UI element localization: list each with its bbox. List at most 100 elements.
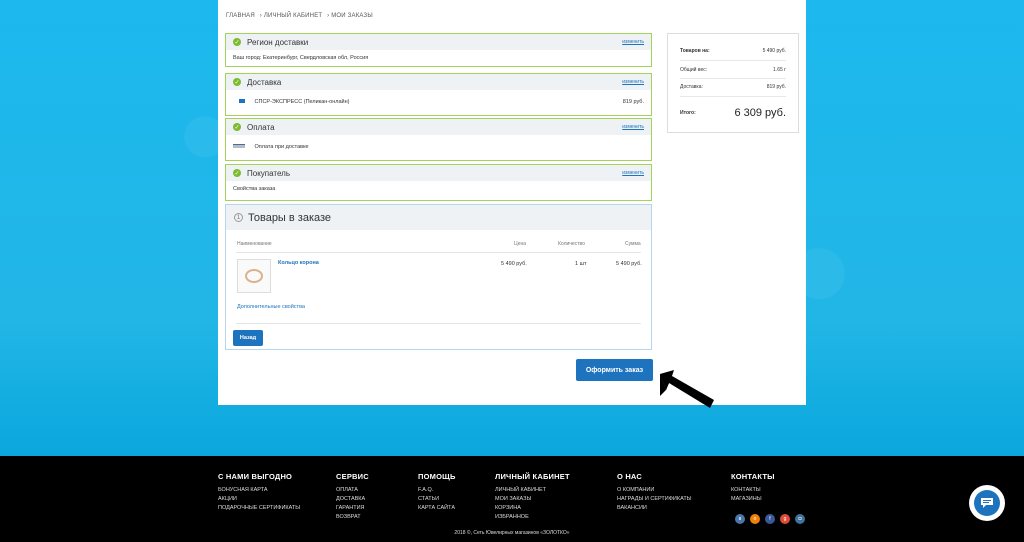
product-price: 5 490 руб. xyxy=(501,261,527,267)
footer-col-service: СЕРВИС ОПЛАТА ДОСТАВКА ГАРАНТИЯ ВОЗВРАТ xyxy=(336,472,369,522)
summary-weight-row: Общий вес: 1.65 г xyxy=(680,67,786,73)
check-icon: ✓ xyxy=(233,169,241,177)
goods-title: Товары в заказе xyxy=(248,211,332,224)
ok-icon[interactable]: о xyxy=(750,514,760,524)
chat-icon xyxy=(974,490,1000,516)
footer-link[interactable]: КОНТАКТЫ xyxy=(731,486,775,495)
step-number: 1 xyxy=(234,213,243,222)
payment-method-icon xyxy=(233,144,245,148)
product-name-link[interactable]: Кольцо корона xyxy=(278,260,319,266)
summary-goods-row: Товаров на: 5 490 руб. xyxy=(680,48,786,54)
payment-body: Оплата при доставке xyxy=(226,135,651,155)
footer-col-title: ЛИЧНЫЙ КАБИНЕТ xyxy=(495,472,570,481)
footer-link[interactable]: ИЗБРАННОЕ xyxy=(495,513,570,522)
delivery-change-link[interactable]: изменить xyxy=(622,79,644,85)
extra-properties-link[interactable]: Дополнительные свойства xyxy=(237,304,305,310)
summary-delivery-label: Доставка: xyxy=(680,84,703,90)
check-icon: ✓ xyxy=(233,38,241,46)
section-payment-title: Оплата xyxy=(247,122,275,132)
place-order-button[interactable]: Оформить заказ xyxy=(576,359,653,381)
check-icon: ✓ xyxy=(233,123,241,131)
col-header-sum: Сумма xyxy=(625,241,641,247)
col-header-name: Наименование xyxy=(237,241,272,247)
section-buyer-header: ✓ Покупатель изменить xyxy=(226,165,651,181)
summary-delivery-value: 819 руб. xyxy=(766,84,786,90)
summary-goods-value: 5 490 руб. xyxy=(762,48,786,54)
copyright: 2018 ©, Сеть Ювелирных магазинов «ЗОЛОТК… xyxy=(454,530,570,536)
arrow-pointer xyxy=(660,370,714,408)
footer: С НАМИ ВЫГОДНО БОНУСНАЯ КАРТА АКЦИИ ПОДА… xyxy=(0,456,1024,542)
chat-button[interactable] xyxy=(969,485,1005,521)
footer-link[interactable]: ВОЗВРАТ xyxy=(336,513,369,522)
footer-link[interactable]: ЛИЧНЫЙ КАБИНЕТ xyxy=(495,486,570,495)
checkout-page: ГЛАВНАЯ › ЛИЧНЫЙ КАБИНЕТ › МОИ ЗАКАЗЫ ✓ … xyxy=(218,0,806,405)
buyer-text: Свойства заказа xyxy=(233,186,276,192)
summary-divider xyxy=(680,96,786,97)
region-change-link[interactable]: изменить xyxy=(622,39,644,45)
footer-link[interactable]: АКЦИИ xyxy=(218,495,300,504)
facebook-icon[interactable]: f xyxy=(765,514,775,524)
delivery-price: 819 руб. xyxy=(622,99,644,105)
footer-link[interactable]: ВАКАНСИИ xyxy=(617,504,692,513)
section-goods: 1 Товары в заказе Наименование Цена Коли… xyxy=(225,204,652,350)
table-divider xyxy=(236,323,641,324)
google-plus-icon[interactable]: g xyxy=(780,514,790,524)
footer-col-account: ЛИЧНЫЙ КАБИНЕТ ЛИЧНЫЙ КАБИНЕТ МОИ ЗАКАЗЫ… xyxy=(495,472,570,522)
section-payment: ✓ Оплата изменить Оплата при доставке xyxy=(225,118,652,161)
footer-col-title: СЕРВИС xyxy=(336,472,369,481)
region-text: Ваш город: Екатеринбург, Свердловская об… xyxy=(233,55,369,61)
table-divider xyxy=(236,252,641,253)
section-region: ✓ Регион доставки изменить Ваш город: Ек… xyxy=(225,33,652,67)
social-links: в о f g ◘ xyxy=(735,514,805,524)
footer-col-help: ПОМОЩЬ F.A.Q. СТАТЬИ КАРТА САЙТА xyxy=(418,472,456,513)
footer-col-title: О НАС xyxy=(617,472,642,481)
delivery-service-icon xyxy=(239,99,245,103)
footer-link[interactable]: F.A.Q. xyxy=(418,486,456,495)
footer-link[interactable]: СТАТЬИ xyxy=(418,495,456,504)
section-delivery-header: ✓ Доставка изменить xyxy=(226,74,651,90)
summary-divider xyxy=(680,60,786,61)
footer-col-title: КОНТАКТЫ xyxy=(731,472,775,481)
summary-total-row: Итого: 6 309 руб. xyxy=(680,107,786,119)
footer-col-contacts: КОНТАКТЫ КОНТАКТЫ МАГАЗИНЫ xyxy=(731,472,775,504)
col-header-qty: Количество xyxy=(558,241,585,247)
back-button[interactable]: Назад xyxy=(233,330,263,346)
footer-col-about: О НАС О КОМПАНИИ НАГРАДЫ И СЕРТИФИКАТЫ В… xyxy=(617,472,692,513)
footer-link[interactable]: МОИ ЗАКАЗЫ xyxy=(495,495,570,504)
summary-weight-value: 1.65 г xyxy=(773,67,786,73)
payment-method-name: Оплата при доставке xyxy=(254,144,309,150)
footer-link[interactable]: ДОСТАВКА xyxy=(336,495,369,504)
footer-link[interactable]: МАГАЗИНЫ xyxy=(731,495,775,504)
section-region-title: Регион доставки xyxy=(247,37,309,47)
footer-link[interactable]: КОРЗИНА xyxy=(495,504,570,513)
delivery-body: СПСР-ЭКСПРЕСС (Пеликан-онлайн) 819 руб. xyxy=(226,90,651,110)
footer-link[interactable]: ОПЛАТА xyxy=(336,486,369,495)
order-summary: Товаров на: 5 490 руб. Общий вес: 1.65 г… xyxy=(667,33,799,133)
footer-link[interactable]: ПОДАРОЧНЫЕ СЕРТИФИКАТЫ xyxy=(218,504,300,513)
breadcrumb-orders[interactable]: › МОИ ЗАКАЗЫ xyxy=(327,13,373,19)
buyer-change-link[interactable]: изменить xyxy=(622,170,644,176)
breadcrumb-home[interactable]: ГЛАВНАЯ xyxy=(226,13,255,19)
col-header-price: Цена xyxy=(514,241,527,247)
vk-icon[interactable]: в xyxy=(735,514,745,524)
product-qty: 1 шт xyxy=(575,261,587,267)
footer-link[interactable]: БОНУСНАЯ КАРТА xyxy=(218,486,300,495)
footer-link[interactable]: КАРТА САЙТА xyxy=(418,504,456,513)
summary-total-label: Итого: xyxy=(680,110,696,116)
instagram-icon[interactable]: ◘ xyxy=(795,514,805,524)
section-buyer: ✓ Покупатель изменить Свойства заказа xyxy=(225,164,652,201)
section-delivery: ✓ Доставка изменить СПСР-ЭКСПРЕСС (Пелик… xyxy=(225,73,652,116)
section-region-header: ✓ Регион доставки изменить xyxy=(226,34,651,50)
footer-col-title: ПОМОЩЬ xyxy=(418,472,456,481)
summary-goods-label: Товаров на: xyxy=(680,48,710,54)
footer-link[interactable]: ГАРАНТИЯ xyxy=(336,504,369,513)
payment-change-link[interactable]: изменить xyxy=(622,124,644,130)
breadcrumb: ГЛАВНАЯ › ЛИЧНЫЙ КАБИНЕТ › МОИ ЗАКАЗЫ xyxy=(226,13,376,19)
breadcrumb-account[interactable]: › ЛИЧНЫЙ КАБИНЕТ xyxy=(260,13,323,19)
goods-header: 1 Товары в заказе xyxy=(226,205,651,230)
footer-link[interactable]: НАГРАДЫ И СЕРТИФИКАТЫ xyxy=(617,495,692,504)
product-thumbnail[interactable] xyxy=(237,259,271,293)
footer-col-title: С НАМИ ВЫГОДНО xyxy=(218,472,293,481)
footer-link[interactable]: О КОМПАНИИ xyxy=(617,486,692,495)
footer-col-benefits: С НАМИ ВЫГОДНО БОНУСНАЯ КАРТА АКЦИИ ПОДА… xyxy=(218,472,300,513)
